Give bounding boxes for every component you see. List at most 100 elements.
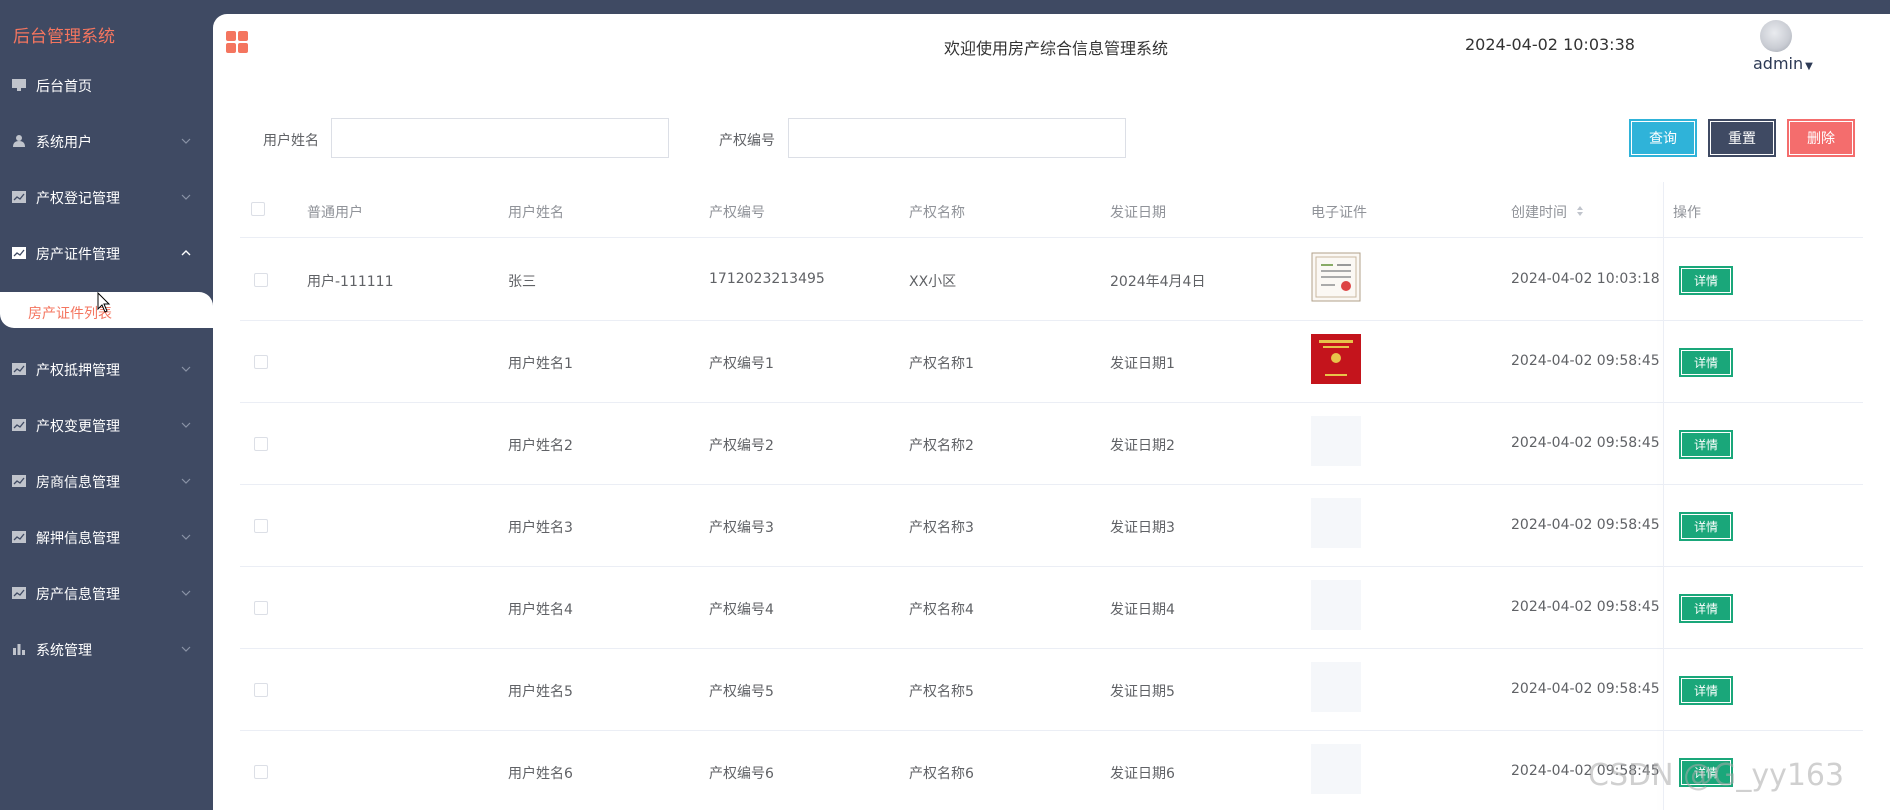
col-user: 普通用户 (307, 205, 363, 221)
sidebar-item-certificate-management[interactable]: 房产证件管理 (0, 233, 213, 273)
certificate-thumbnail[interactable] (1311, 416, 1361, 466)
cell-title: 产权名称5 (909, 684, 974, 700)
sidebar-item-dealer-info[interactable]: 房商信息管理 (0, 461, 213, 501)
sidebar-item-label: 产权抵押管理 (36, 363, 120, 379)
chart-icon (12, 587, 26, 599)
row-checkbox[interactable] (254, 765, 268, 779)
sidebar-item-home[interactable]: 后台首页 (0, 65, 213, 105)
sidebar-item-system-management[interactable]: 系统管理 (0, 629, 213, 669)
cell-date: 发证日期2 (1110, 438, 1175, 454)
chevron-down-icon (181, 138, 191, 144)
certificate-image (1311, 334, 1361, 384)
cell-created: 2024-04-02 09:58:45 (1511, 681, 1660, 697)
cell-created: 2024-04-02 09:58:45 (1511, 435, 1660, 451)
watermark: CSDN @G_yy163 (1588, 758, 1845, 793)
delete-button[interactable]: 删除 (1787, 119, 1855, 157)
chart-icon (12, 191, 26, 203)
col-date: 发证日期 (1110, 205, 1166, 221)
sidebar-item-label: 后台首页 (36, 79, 92, 95)
detail-button[interactable]: 详情 (1679, 594, 1733, 623)
cell-name: 用户姓名1 (508, 356, 573, 372)
cell-date: 发证日期5 (1110, 684, 1175, 700)
cell-title: 产权名称4 (909, 602, 974, 618)
avatar[interactable] (1760, 20, 1792, 52)
certificate-thumbnail[interactable] (1311, 252, 1361, 302)
table-header: 普通用户 用户姓名 产权编号 产权名称 发证日期 电子证件 创建时间 操作 (240, 182, 1863, 238)
col-created[interactable]: 创建时间 (1511, 202, 1567, 222)
cell-name: 用户姓名2 (508, 438, 573, 454)
sidebar: 后台管理系统 后台首页 系统用户 产权登记管理 房产证件管理 产权抵押管理 产权… (0, 0, 213, 810)
table-row: 用户姓名2 产权编号2 产权名称2 发证日期2 2024-04-02 09:58:45 详… (240, 403, 1863, 485)
col-title: 产权名称 (909, 205, 965, 221)
row-checkbox[interactable] (254, 437, 268, 451)
cell-name: 用户姓名3 (508, 520, 573, 536)
certificate-thumbnail[interactable] (1311, 662, 1361, 712)
cell-code: 产权编号4 (709, 602, 774, 618)
certificate-thumbnail[interactable] (1311, 498, 1361, 548)
row-checkbox[interactable] (254, 355, 268, 369)
sidebar-item-system-users[interactable]: 系统用户 (0, 121, 213, 161)
cell-code: 产权编号3 (709, 520, 774, 536)
sidebar-item-change-management[interactable]: 产权变更管理 (0, 405, 213, 445)
detail-button[interactable]: 详情 (1679, 348, 1733, 377)
reset-button[interactable]: 重置 (1708, 119, 1776, 157)
code-filter-input[interactable] (788, 118, 1126, 158)
name-filter-input[interactable] (331, 118, 669, 158)
sidebar-item-label: 产权变更管理 (36, 419, 120, 435)
monitor-icon (12, 79, 26, 91)
sidebar-item-label: 房商信息管理 (36, 475, 120, 491)
certificate-thumbnail[interactable] (1311, 580, 1361, 630)
sidebar-item-label: 系统用户 (36, 135, 92, 151)
sidebar-item-release-info[interactable]: 解押信息管理 (0, 517, 213, 557)
sidebar-item-property-info[interactable]: 房产信息管理 (0, 573, 213, 613)
chart-icon (12, 475, 26, 487)
sidebar-item-label: 房产信息管理 (36, 587, 120, 603)
detail-button[interactable]: 详情 (1679, 266, 1733, 295)
select-all-checkbox[interactable] (251, 202, 265, 216)
sidebar-item-label: 产权登记管理 (36, 191, 120, 207)
table-row: 用户-111111 张三 1712023213495 XX小区 2024年4月4日 202… (240, 239, 1863, 321)
row-checkbox[interactable] (254, 273, 268, 287)
detail-button[interactable]: 详情 (1679, 512, 1733, 541)
top-strip (213, 0, 1890, 14)
chevron-down-icon (181, 366, 191, 372)
sidebar-item-property-registration[interactable]: 产权登记管理 (0, 177, 213, 217)
chevron-up-icon (181, 250, 191, 256)
row-checkbox[interactable] (254, 601, 268, 615)
cell-name: 用户姓名6 (508, 766, 573, 782)
table-row: 用户姓名3 产权编号3 产权名称3 发证日期3 2024-04-02 09:58:45 详… (240, 485, 1863, 567)
datetime: 2024-04-02 10:03:38 (1465, 35, 1635, 54)
certificate-thumbnail[interactable] (1311, 334, 1361, 384)
chevron-down-icon (181, 478, 191, 484)
fixed-column-shadow (1663, 182, 1664, 810)
chevron-down-icon (181, 590, 191, 596)
detail-button[interactable]: 详情 (1679, 676, 1733, 705)
chevron-down-icon (181, 534, 191, 540)
cell-code: 产权编号1 (709, 356, 774, 372)
cell-date: 发证日期1 (1110, 356, 1175, 372)
username: admin (1753, 54, 1804, 73)
cell-created: 2024-04-02 09:58:45 (1511, 517, 1660, 533)
chart-icon (12, 419, 26, 431)
mouse-cursor-icon (97, 292, 111, 313)
sidebar-item-label: 解押信息管理 (36, 531, 120, 547)
bar-chart-icon (13, 644, 25, 655)
cell-created: 2024-04-02 09:58:45 (1511, 599, 1660, 615)
cell-user: 用户-111111 (307, 274, 394, 290)
cell-name: 张三 (508, 274, 536, 290)
chart-icon (12, 363, 26, 375)
row-checkbox[interactable] (254, 683, 268, 697)
chevron-down-icon (181, 422, 191, 428)
cell-date: 发证日期3 (1110, 520, 1175, 536)
user-menu[interactable]: admin ▼ (1753, 54, 1813, 73)
sidebar-item-mortgage-management[interactable]: 产权抵押管理 (0, 349, 213, 389)
certificate-thumbnail[interactable] (1311, 744, 1361, 794)
cell-title: 产权名称6 (909, 766, 974, 782)
row-checkbox[interactable] (254, 519, 268, 533)
user-icon (13, 135, 25, 147)
grid-menu-icon[interactable] (226, 31, 248, 53)
query-button[interactable]: 查询 (1629, 119, 1697, 157)
cell-title: 产权名称1 (909, 356, 974, 372)
detail-button[interactable]: 详情 (1679, 430, 1733, 459)
sort-icon[interactable] (1576, 205, 1584, 217)
